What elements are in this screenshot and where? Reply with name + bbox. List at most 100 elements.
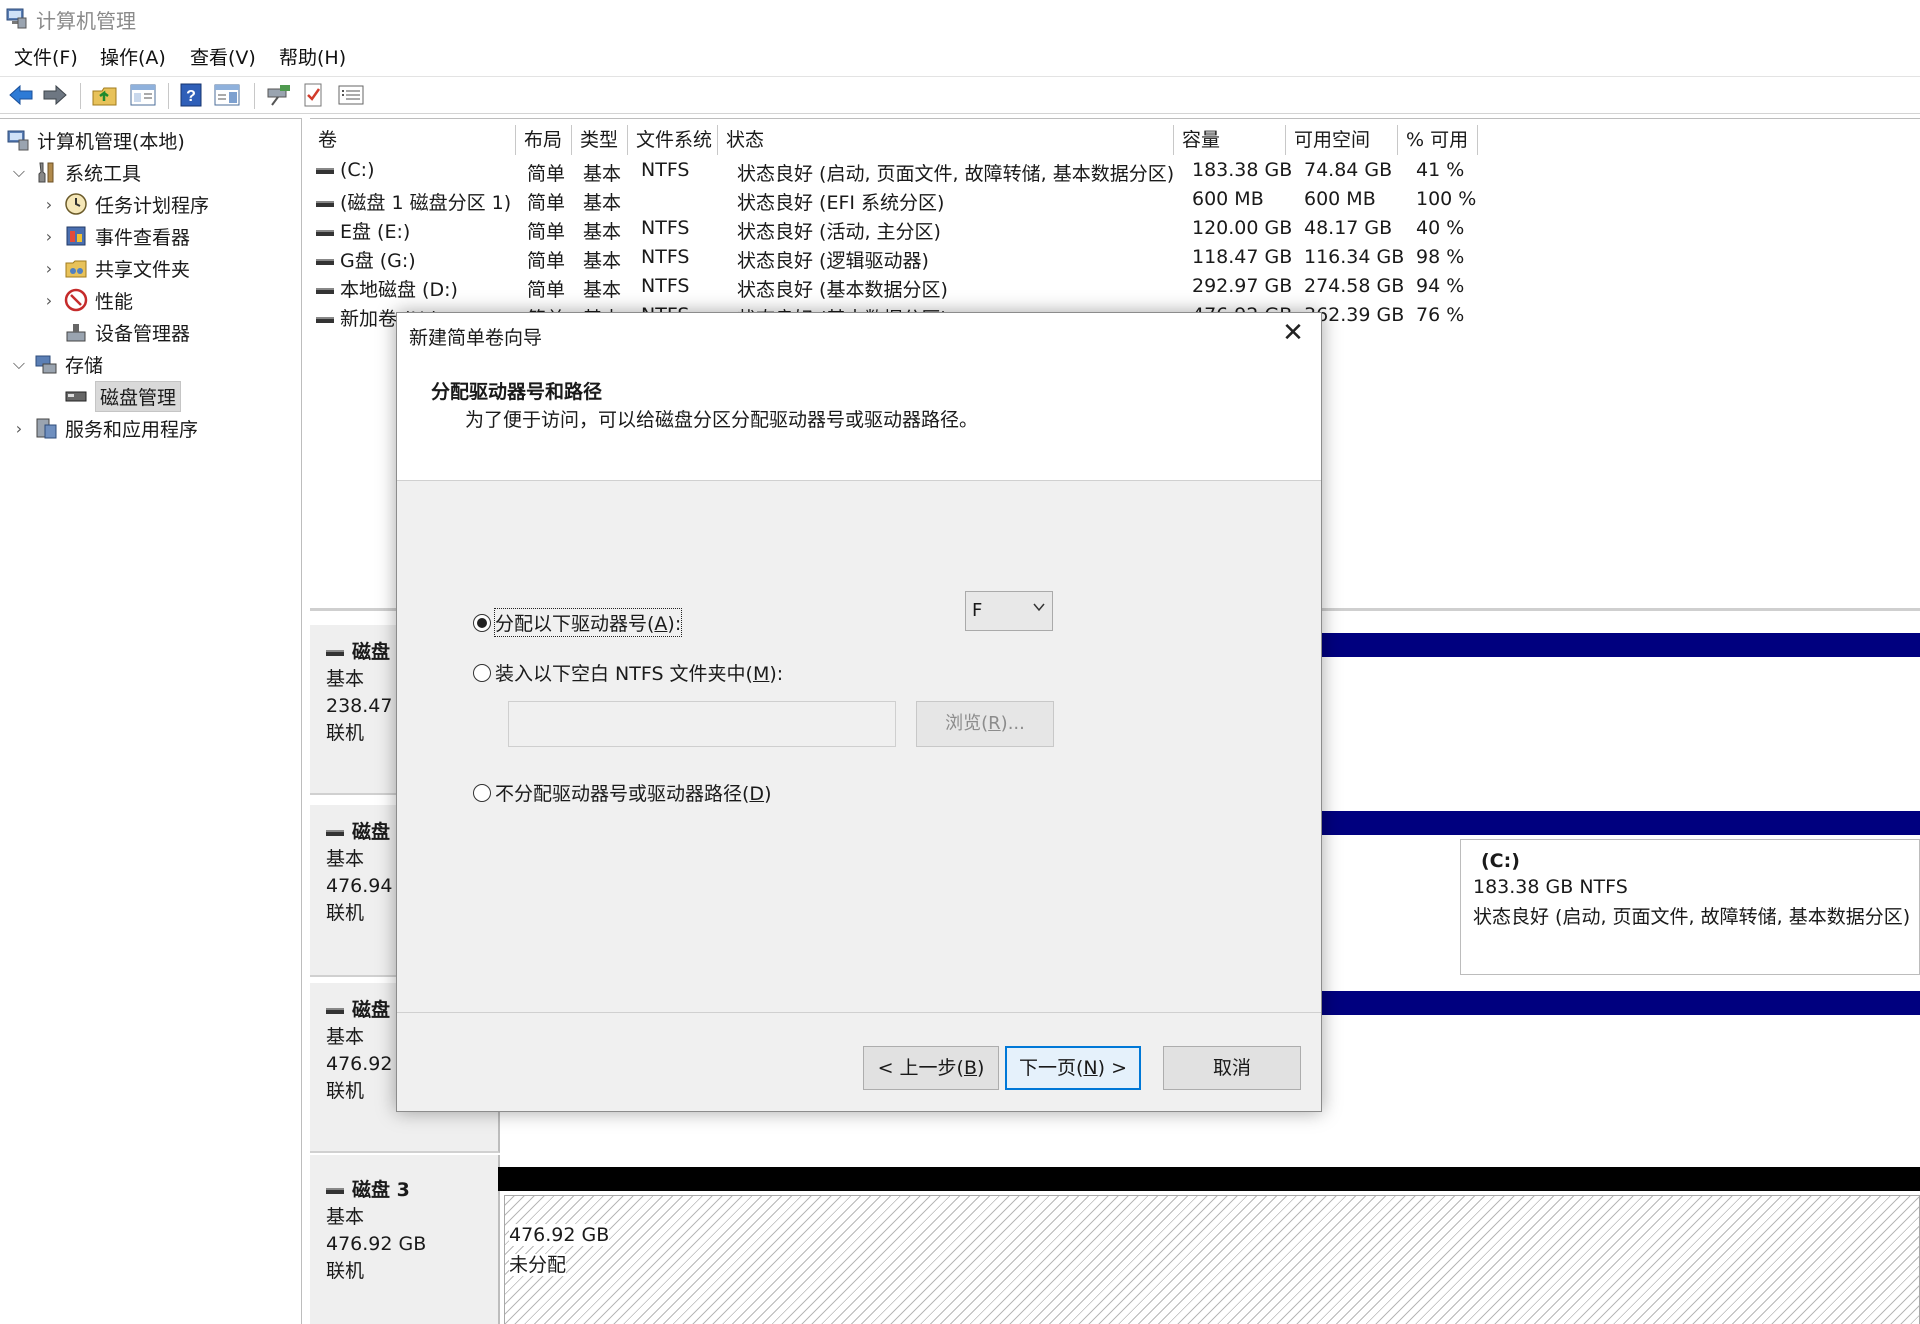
menu-view[interactable]: 查看(V) xyxy=(190,43,256,70)
show-hide-pane-icon[interactable] xyxy=(212,81,242,109)
shared-folder-icon xyxy=(65,260,87,278)
radio-no-drive-letter[interactable]: 不分配驱动器号或驱动器路径(D) xyxy=(473,779,771,806)
column-header-free-space[interactable]: 可用空间 xyxy=(1286,125,1398,155)
disk-kind: 基本 xyxy=(326,1206,365,1228)
cell-capacity: 600 MB xyxy=(1192,188,1264,210)
tree-item-system-tools[interactable]: ⌵ 系统工具 xyxy=(10,157,141,187)
chevron-right-icon[interactable]: › xyxy=(40,227,58,246)
cell-percent-free: 100 % xyxy=(1416,188,1477,210)
cell-free-space: 600 MB xyxy=(1304,188,1376,210)
disk-name: 磁盘 xyxy=(352,641,391,663)
unallocated-bar xyxy=(498,1167,1920,1191)
cell-volume: G盘 (G:) xyxy=(340,250,416,272)
chevron-right-icon[interactable]: › xyxy=(40,291,58,310)
divider xyxy=(397,1012,1321,1013)
forward-icon[interactable] xyxy=(40,81,70,109)
cell-percent-free: 40 % xyxy=(1416,217,1465,239)
tree-item-disk-management[interactable]: 磁盘管理 xyxy=(64,380,182,412)
tree-item-shared-folders[interactable]: › 共享文件夹 xyxy=(40,253,190,283)
browse-button[interactable]: 浏览(R)... xyxy=(916,701,1054,747)
column-header-percent-free[interactable]: % 可用 xyxy=(1398,125,1478,155)
radio-mount-folder[interactable]: 装入以下空白 NTFS 文件夹中(M): xyxy=(473,659,783,686)
cell-capacity: 120.00 GB xyxy=(1192,217,1293,239)
details-icon[interactable] xyxy=(336,81,366,109)
cell-layout: 简单 xyxy=(527,250,566,272)
chevron-right-icon[interactable]: › xyxy=(40,259,58,278)
radio-button[interactable] xyxy=(473,783,491,802)
unallocated-partition[interactable]: 476.92 GB 未分配 xyxy=(504,1195,1920,1324)
menu-action[interactable]: 操作(A) xyxy=(100,43,166,70)
table-row[interactable]: (C:) 简单 基本 NTFS 状态良好 (启动, 页面文件, 故障转储, 基本… xyxy=(310,159,1920,187)
column-header-type[interactable]: 类型 xyxy=(572,125,628,155)
volume-icon xyxy=(316,200,334,207)
chevron-right-icon[interactable]: › xyxy=(10,419,28,438)
menu-file[interactable]: 文件(F) xyxy=(14,43,78,70)
back-button[interactable]: < 上一步(B) xyxy=(863,1046,999,1090)
cell-free-space: 274.58 GB xyxy=(1304,275,1405,297)
chevron-down-icon[interactable]: ⌵ xyxy=(10,354,28,374)
drive-letter-select[interactable]: F xyxy=(965,591,1053,631)
radio-label: 装入以下空白 NTFS 文件夹中(M): xyxy=(495,663,784,685)
menu-bar: 文件(F) 操作(A) 查看(V) 帮助(H) xyxy=(0,40,1920,72)
radio-label: 不分配驱动器号或驱动器路径(D) xyxy=(495,783,772,805)
chevron-down-icon[interactable]: ⌵ xyxy=(10,162,28,182)
next-button[interactable]: 下一页(N) > xyxy=(1005,1046,1141,1090)
tree-label: 系统工具 xyxy=(65,162,142,185)
table-row[interactable]: G盘 (G:) 简单 基本 NTFS 状态良好 (逻辑驱动器) 118.47 G… xyxy=(310,246,1920,274)
cell-percent-free: 41 % xyxy=(1416,159,1465,181)
cell-percent-free: 98 % xyxy=(1416,246,1465,268)
cell-volume: (C:) xyxy=(340,159,375,181)
table-row[interactable]: (磁盘 1 磁盘分区 1) 简单 基本 状态良好 (EFI 系统分区) 600 … xyxy=(310,188,1920,216)
properties-icon[interactable] xyxy=(128,81,158,109)
column-header-volume[interactable]: 卷 xyxy=(310,125,516,155)
unallocated-size: 476.92 GB xyxy=(509,1224,610,1246)
partition-status: 状态良好 (启动, 页面文件, 故障转储, 基本数据分区) xyxy=(1473,906,1911,928)
help-icon[interactable]: ? xyxy=(176,81,206,109)
table-row[interactable]: E盘 (E:) 简单 基本 NTFS 状态良好 (活动, 主分区) 120.00… xyxy=(310,217,1920,245)
column-header-layout[interactable]: 布局 xyxy=(516,125,572,155)
checklist-icon[interactable] xyxy=(298,81,328,109)
disk-label[interactable]: 磁盘 3 基本 476.92 GB 联机 xyxy=(310,1155,500,1324)
tree-item-event-viewer[interactable]: › 事件查看器 xyxy=(40,221,190,251)
cell-type: 基本 xyxy=(583,250,622,272)
column-header-capacity[interactable]: 容量 xyxy=(1174,125,1286,155)
new-simple-volume-wizard: 新建简单卷向导 ✕ 分配驱动器号和路径 为了便于访问，可以给磁盘分区分配驱动器号… xyxy=(396,312,1322,1112)
disk-icon xyxy=(326,1007,344,1014)
back-icon[interactable] xyxy=(6,81,36,109)
menu-help[interactable]: 帮助(H) xyxy=(279,43,346,70)
disk-name: 磁盘 xyxy=(352,821,391,843)
tree-item-services-apps[interactable]: › 服务和应用程序 xyxy=(10,413,198,443)
disk-icon xyxy=(326,829,344,836)
radio-assign-drive-letter[interactable]: 分配以下驱动器号(A): xyxy=(473,608,683,637)
cell-volume: (磁盘 1 磁盘分区 1) xyxy=(340,192,512,214)
tree-item-root[interactable]: 计算机管理(本地) xyxy=(6,125,185,155)
cancel-button[interactable]: 取消 xyxy=(1163,1046,1301,1090)
connect-icon[interactable] xyxy=(264,81,294,109)
event-viewer-icon xyxy=(66,226,86,246)
tree-item-task-scheduler[interactable]: › 任务计划程序 xyxy=(40,189,209,219)
radio-button[interactable] xyxy=(473,613,491,632)
tree-label: 计算机管理(本地) xyxy=(37,130,185,153)
cell-filesystem: NTFS xyxy=(641,246,690,268)
tree-item-storage[interactable]: ⌵ 存储 xyxy=(10,349,103,379)
column-header-filesystem[interactable]: 文件系统 xyxy=(628,125,718,155)
tree-item-performance[interactable]: › 性能 xyxy=(40,285,133,315)
partition-c[interactable]: (C:) 183.38 GB NTFS 状态良好 (启动, 页面文件, 故障转储… xyxy=(1460,839,1920,975)
drive-letter-value: F xyxy=(972,600,983,621)
close-icon[interactable]: ✕ xyxy=(1275,317,1311,349)
column-header-status[interactable]: 状态 xyxy=(718,125,1174,155)
cell-free-space: 74.84 GB xyxy=(1304,159,1393,181)
chevron-down-icon xyxy=(1033,603,1045,612)
folder-path-input[interactable] xyxy=(508,701,896,747)
tree-label: 存储 xyxy=(65,354,104,377)
cell-capacity: 292.97 GB xyxy=(1192,275,1293,297)
wizard-header: 新建简单卷向导 ✕ 分配驱动器号和路径 为了便于访问，可以给磁盘分区分配驱动器号… xyxy=(397,313,1321,481)
up-folder-icon[interactable] xyxy=(90,81,120,109)
disk-name: 磁盘 3 xyxy=(352,1179,410,1201)
chevron-right-icon[interactable]: › xyxy=(40,195,58,214)
table-row[interactable]: 本地磁盘 (D:) 简单 基本 NTFS 状态良好 (基本数据分区) 292.9… xyxy=(310,275,1920,303)
tree-label: 服务和应用程序 xyxy=(65,418,199,441)
cell-percent-free: 76 % xyxy=(1416,304,1465,326)
radio-button[interactable] xyxy=(473,663,491,682)
tree-item-device-manager[interactable]: 设备管理器 xyxy=(64,317,190,347)
